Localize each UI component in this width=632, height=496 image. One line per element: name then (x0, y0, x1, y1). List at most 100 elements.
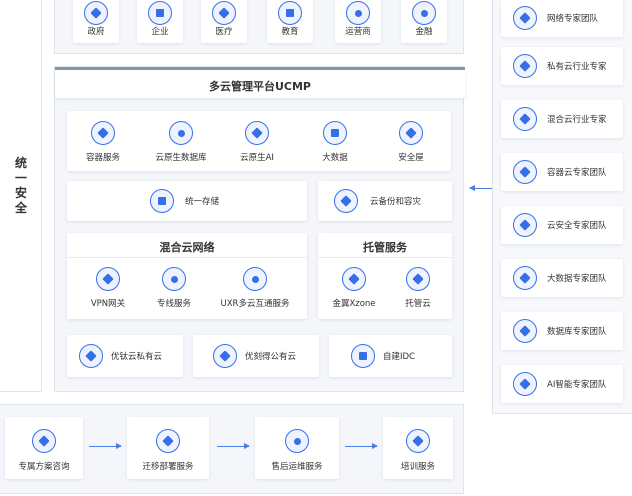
experts-arrow (469, 185, 492, 191)
team-icon (513, 160, 537, 184)
private-cloud-card[interactable]: 优钛云私有云 (67, 335, 183, 377)
expert-bigdata[interactable]: 大数据专家团队 (501, 259, 623, 297)
process-arrow (217, 443, 250, 449)
industry-label: 金融 (415, 27, 433, 37)
service-label: 云原生数据库 (155, 153, 207, 163)
backup-label: 云备份和容灾 (370, 197, 422, 207)
bigdata-icon (323, 121, 347, 145)
expert-network[interactable]: 网络专家团队 (501, 0, 623, 37)
hosting-cloud[interactable]: 托管云 (390, 267, 446, 313)
expert-label: 容器云专家团队 (547, 168, 607, 178)
service-container[interactable]: 容器服务 (73, 121, 133, 165)
person-icon (346, 1, 370, 25)
service-label: 容器服务 (85, 153, 120, 163)
storage-icon (150, 189, 174, 213)
cloud-icon (406, 267, 430, 291)
industry-gov[interactable]: 政府 (73, 0, 119, 43)
cloud-label: 优刻得公有云 (245, 352, 297, 362)
process-support[interactable]: 售后运维服务 (255, 417, 339, 479)
medical-cross-icon (212, 1, 236, 25)
hybrid-label: VPN网关 (90, 299, 126, 309)
team-icon (513, 54, 537, 78)
ucmp-title: 多云管理平台UCMP (208, 80, 311, 93)
expert-cloud-security[interactable]: 云安全专家团队 (501, 206, 623, 244)
expert-label: 私有云行业专家 (547, 62, 607, 72)
process-arrow (345, 443, 378, 449)
hosting-label: 金翼Xzone (332, 299, 376, 309)
public-cloud-icon (213, 344, 237, 368)
industry-finance[interactable]: 金融 (401, 0, 447, 43)
hybrid-line[interactable]: 专线服务 (147, 267, 201, 313)
expert-database[interactable]: 数据库专家团队 (501, 312, 623, 350)
process-migration[interactable]: 迁移部署服务 (127, 417, 209, 479)
hosting-divider (318, 257, 452, 258)
industry-label: 医疗 (215, 27, 233, 37)
expert-private-cloud[interactable]: 私有云行业专家 (501, 47, 623, 85)
backup-card[interactable]: 云备份和容灾 (318, 181, 452, 221)
industry-enterprise[interactable]: 企业 (137, 0, 183, 43)
industry-label: 教育 (281, 27, 299, 37)
expert-label: AI智能专家团队 (547, 380, 607, 390)
book-icon (278, 1, 302, 25)
server-icon (351, 344, 375, 368)
container-icon (91, 121, 115, 145)
unified-storage-card[interactable]: 统一存储 (67, 181, 307, 221)
migration-icon (156, 429, 180, 453)
process-label: 迁移部署服务 (142, 462, 194, 472)
process-consulting[interactable]: 专属方案咨询 (5, 417, 83, 479)
industry-education[interactable]: 教育 (267, 0, 313, 43)
service-label: 云原生AI (240, 153, 274, 163)
headset-icon (285, 429, 309, 453)
consulting-icon (32, 429, 56, 453)
hybrid-title: 混合云网络 (159, 241, 215, 254)
unified-security-panel: 统 一 安 全 (0, 0, 42, 392)
ucmp-header: 多云管理平台UCMP (55, 70, 465, 98)
vpn-icon (96, 267, 120, 291)
expert-label: 数据库专家团队 (547, 327, 607, 337)
expert-hybrid-cloud[interactable]: 混合云行业专家 (501, 100, 623, 138)
expert-label: 云安全专家团队 (547, 221, 607, 231)
process-label: 专属方案咨询 (18, 462, 70, 472)
team-icon (513, 107, 537, 131)
process-label: 培训服务 (400, 462, 435, 472)
xzone-icon (342, 267, 366, 291)
hybrid-label: UXR多云互通服务 (220, 299, 290, 309)
expert-label: 混合云行业专家 (547, 115, 607, 125)
team-icon (513, 266, 537, 290)
private-cloud-icon (79, 344, 103, 368)
service-label: 大数据 (322, 153, 348, 163)
industry-medical[interactable]: 医疗 (201, 0, 247, 43)
office-icon (148, 1, 172, 25)
industry-label: 政府 (87, 27, 105, 37)
public-cloud-card[interactable]: 优刻得公有云 (193, 335, 319, 377)
industries-panel: 政府 企业 医疗 教育 运营商 金融 (54, 0, 464, 54)
team-icon (513, 213, 537, 237)
process-training[interactable]: 培训服务 (383, 417, 453, 479)
cloud-label: 优钛云私有云 (111, 352, 163, 362)
security-title: 统 一 安 全 (14, 156, 27, 215)
process-panel: 专属方案咨询 迁移部署服务 售后运维服务 培训服务 (0, 404, 464, 494)
service-bigdata[interactable]: 大数据 (305, 121, 365, 165)
industry-carrier[interactable]: 运营商 (335, 0, 381, 43)
cloud-services-card: 容器服务 云原生数据库 云原生AI 大数据 安全屋 (67, 111, 451, 171)
service-ai[interactable]: 云原生AI (227, 121, 287, 165)
service-security-house[interactable]: 安全屋 (381, 121, 441, 165)
hybrid-divider (67, 257, 307, 258)
expert-container[interactable]: 容器云专家团队 (501, 153, 623, 191)
backup-icon (334, 189, 358, 213)
expert-ai[interactable]: AI智能专家团队 (501, 365, 623, 403)
hybrid-network-card: 混合云网络 VPN网关 专线服务 UXR多云互通服务 (67, 233, 307, 319)
hosting-xzone[interactable]: 金翼Xzone (324, 267, 384, 313)
training-icon (406, 429, 430, 453)
idc-card[interactable]: 自建IDC (329, 335, 452, 377)
line-icon (162, 267, 186, 291)
process-arrow (89, 443, 122, 449)
hybrid-vpn[interactable]: VPN网关 (81, 267, 135, 313)
storage-label: 统一存储 (185, 197, 220, 207)
team-icon (513, 319, 537, 343)
industry-label: 运营商 (345, 27, 371, 37)
hybrid-uxr[interactable]: UXR多云互通服务 (209, 267, 301, 313)
service-database[interactable]: 云原生数据库 (147, 121, 215, 165)
interconnect-icon (243, 267, 267, 291)
hybrid-label: 专线服务 (156, 299, 191, 309)
